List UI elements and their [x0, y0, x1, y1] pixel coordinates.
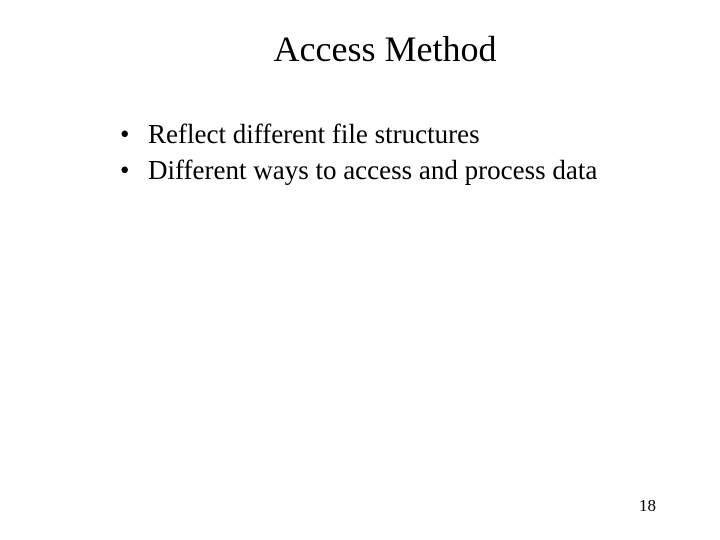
list-item: Different ways to access and process dat… [120, 154, 620, 188]
slide-container: Access Method Reflect different file str… [0, 0, 720, 540]
page-number: 18 [639, 496, 656, 516]
list-item: Reflect different file structures [120, 118, 620, 152]
slide-title: Access Method [150, 28, 620, 70]
bullet-list: Reflect different file structures Differ… [100, 118, 620, 188]
